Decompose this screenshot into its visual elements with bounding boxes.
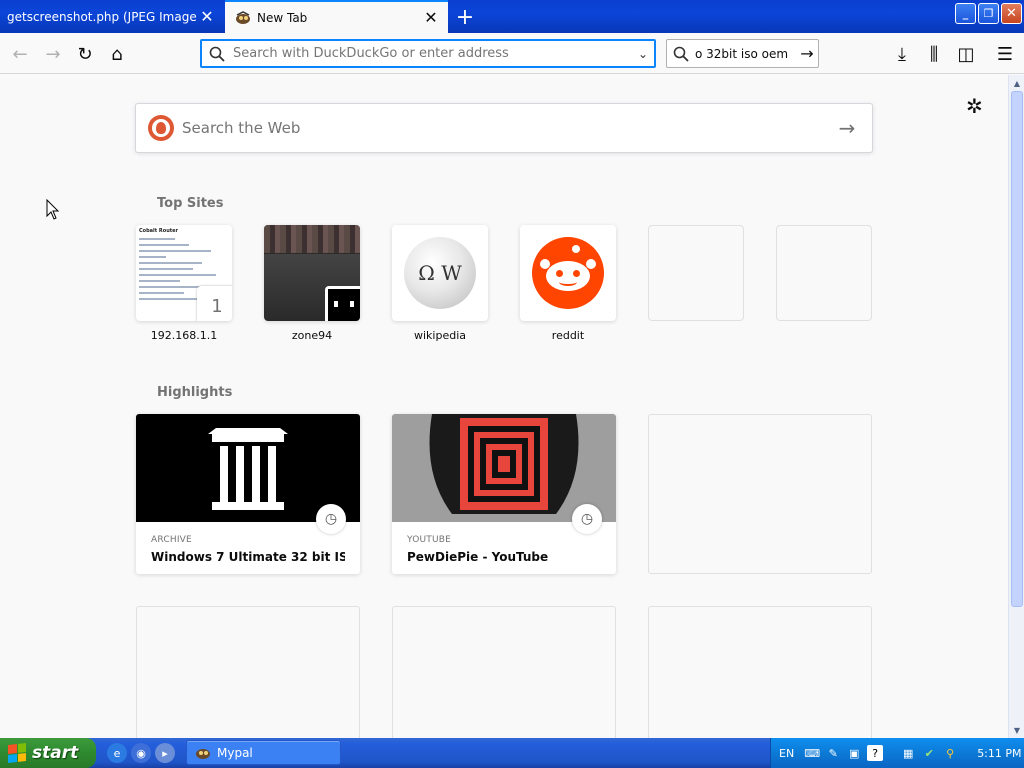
top-site-zone94[interactable]: zone94 bbox=[264, 225, 360, 342]
tab-getscreenshot[interactable]: getscreenshot.php (JPEG Image, 800 ✕ bbox=[0, 0, 224, 33]
network-icon[interactable]: ▦ bbox=[900, 745, 916, 761]
search-go-arrow-icon[interactable]: → bbox=[796, 44, 818, 63]
empty-site-slot bbox=[776, 225, 872, 321]
restore-button[interactable]: ❐ bbox=[978, 3, 999, 24]
help-icon[interactable]: ? bbox=[867, 745, 884, 761]
show-desktop-icon[interactable]: ▸ bbox=[155, 743, 175, 763]
wikipedia-globe-icon: Ω W bbox=[404, 237, 476, 309]
sidebar-icon[interactable]: ◫ bbox=[952, 40, 980, 68]
menu-icon[interactable]: ☰ bbox=[991, 40, 1019, 68]
highlights-heading: Highlights bbox=[157, 385, 233, 400]
empty-highlight-slot bbox=[392, 606, 616, 738]
window-controls: _ ❐ ✕ bbox=[955, 3, 1022, 24]
library-icon[interactable]: ⫼ bbox=[920, 40, 948, 68]
top-sites-heading: Top Sites bbox=[157, 196, 224, 211]
taskbar-clock[interactable]: 5:11 PM bbox=[977, 747, 1021, 760]
gear-icon[interactable]: ✲ bbox=[966, 94, 983, 118]
duckduckgo-logo-icon bbox=[148, 115, 174, 141]
forward-arrow-icon[interactable]: → bbox=[39, 40, 67, 68]
screenshot-heading: Cobalt Router bbox=[139, 228, 178, 234]
pen-icon[interactable]: ✎ bbox=[825, 745, 841, 761]
start-label: start bbox=[32, 743, 79, 763]
new-tab-page: ✲ → Top Sites Cobalt Router 1 192.168.1.… bbox=[0, 75, 1008, 738]
toolbar-icon[interactable]: ▣ bbox=[846, 745, 862, 761]
home-icon[interactable]: ⌂ bbox=[103, 40, 131, 68]
empty-site-slot bbox=[648, 225, 744, 321]
card-source: YOUTUBE bbox=[407, 535, 452, 545]
card-title: Windows 7 Ultimate 32 bit ISO (... bbox=[151, 550, 345, 564]
site-label: wikipedia bbox=[413, 329, 466, 342]
highlight-card-youtube[interactable]: ◷ YOUTUBE PewDiePie - YouTube bbox=[392, 414, 616, 574]
top-site-wikipedia[interactable]: Ω W wikipedia bbox=[392, 225, 488, 342]
mypal-favicon-icon bbox=[236, 10, 250, 24]
web-search-box[interactable]: → bbox=[135, 103, 873, 153]
search-submit-arrow-icon[interactable]: → bbox=[822, 116, 872, 140]
card-image: ◷ bbox=[136, 414, 360, 534]
url-input[interactable] bbox=[233, 46, 631, 61]
highlight-card-archive[interactable]: ◷ ARCHIVE Windows 7 Ultimate 32 bit ISO … bbox=[136, 414, 360, 574]
search-input[interactable]: o 32bit iso oem bbox=[695, 47, 796, 61]
media-player-icon[interactable]: ◉ bbox=[131, 743, 151, 763]
search-icon bbox=[209, 46, 225, 62]
page-scrollbar[interactable]: ▲ ▼ bbox=[1008, 75, 1024, 738]
tab-new-tab[interactable]: New Tab ✕ bbox=[225, 0, 448, 33]
top-site-empty bbox=[648, 225, 744, 321]
card-source: ARCHIVE bbox=[151, 535, 192, 545]
site-thumbnail: Cobalt Router 1 bbox=[136, 225, 232, 321]
empty-highlight-slot bbox=[648, 414, 872, 574]
card-image: ◷ bbox=[392, 414, 616, 534]
language-indicator[interactable]: EN bbox=[779, 747, 794, 760]
site-label: reddit bbox=[551, 329, 585, 342]
window-close-button[interactable]: ✕ bbox=[1001, 3, 1022, 24]
scroll-thumb[interactable] bbox=[1011, 91, 1023, 607]
zone94-favicon-icon bbox=[325, 286, 360, 321]
empty-highlight-slot bbox=[136, 606, 360, 738]
tab-title: New Tab bbox=[257, 10, 308, 25]
close-icon[interactable]: ✕ bbox=[420, 7, 442, 29]
card-title: PewDiePie - YouTube bbox=[407, 550, 549, 564]
top-site-empty bbox=[776, 225, 872, 321]
scroll-up-icon[interactable]: ▲ bbox=[1010, 76, 1024, 90]
clock-icon: ◷ bbox=[316, 504, 346, 534]
windows-logo-icon bbox=[8, 743, 26, 763]
top-site-router[interactable]: Cobalt Router 1 192.168.1.1 bbox=[136, 225, 232, 342]
scroll-down-icon[interactable]: ▼ bbox=[1010, 723, 1024, 737]
clock-icon: ◷ bbox=[572, 504, 602, 534]
taskbar: start e ◉ ▸ Mypal EN ⌨ ✎ ▣ ? ▦ ✔ ⚲ 5:11 … bbox=[0, 738, 1024, 768]
search-icon bbox=[673, 46, 689, 62]
start-button[interactable]: start bbox=[0, 738, 96, 768]
minimize-button[interactable]: _ bbox=[955, 3, 976, 24]
close-icon[interactable]: ✕ bbox=[196, 6, 218, 28]
back-arrow-icon[interactable]: ← bbox=[6, 40, 34, 68]
site-thumbnail bbox=[264, 225, 360, 321]
navigation-toolbar: ← → ↻ ⌂ ⌄ o 32bit iso oem → ⤓ ⫼ ◫ ☰ bbox=[0, 33, 1024, 74]
search-icon[interactable]: ⚲ bbox=[942, 745, 958, 761]
internet-explorer-icon[interactable]: e bbox=[107, 743, 127, 763]
site-thumbnail: Ω W bbox=[392, 225, 488, 321]
tab-strip: getscreenshot.php (JPEG Image, 800 ✕ New… bbox=[0, 0, 1024, 33]
mypal-icon bbox=[196, 748, 210, 759]
web-search-input[interactable] bbox=[182, 119, 822, 137]
empty-highlight-slot bbox=[648, 606, 872, 738]
reload-icon[interactable]: ↻ bbox=[71, 40, 99, 68]
keyboard-icon[interactable]: ⌨ bbox=[804, 745, 820, 761]
reddit-alien-icon bbox=[532, 237, 604, 309]
top-site-reddit[interactable]: reddit bbox=[520, 225, 616, 342]
url-bar[interactable]: ⌄ bbox=[200, 39, 656, 68]
chevron-down-icon[interactable]: ⌄ bbox=[631, 47, 655, 61]
site-thumbnail bbox=[520, 225, 616, 321]
quick-launch: e ◉ ▸ bbox=[107, 743, 175, 763]
system-tray: EN ⌨ ✎ ▣ ? ▦ ✔ ⚲ 5:11 PM bbox=[770, 738, 1024, 768]
site-badge: 1 bbox=[197, 286, 232, 321]
downloads-icon[interactable]: ⤓ bbox=[888, 40, 916, 68]
search-bar[interactable]: o 32bit iso oem → bbox=[666, 39, 819, 68]
taskbar-item-mypal[interactable]: Mypal bbox=[186, 740, 341, 765]
tab-title: getscreenshot.php (JPEG Image, 800 bbox=[7, 9, 196, 24]
mouse-cursor-icon bbox=[46, 199, 60, 220]
site-label: 192.168.1.1 bbox=[150, 329, 218, 342]
security-icon[interactable]: ✔ bbox=[921, 745, 937, 761]
new-tab-button[interactable]: + bbox=[452, 4, 478, 30]
taskbar-item-label: Mypal bbox=[217, 745, 253, 760]
site-label: zone94 bbox=[291, 329, 333, 342]
